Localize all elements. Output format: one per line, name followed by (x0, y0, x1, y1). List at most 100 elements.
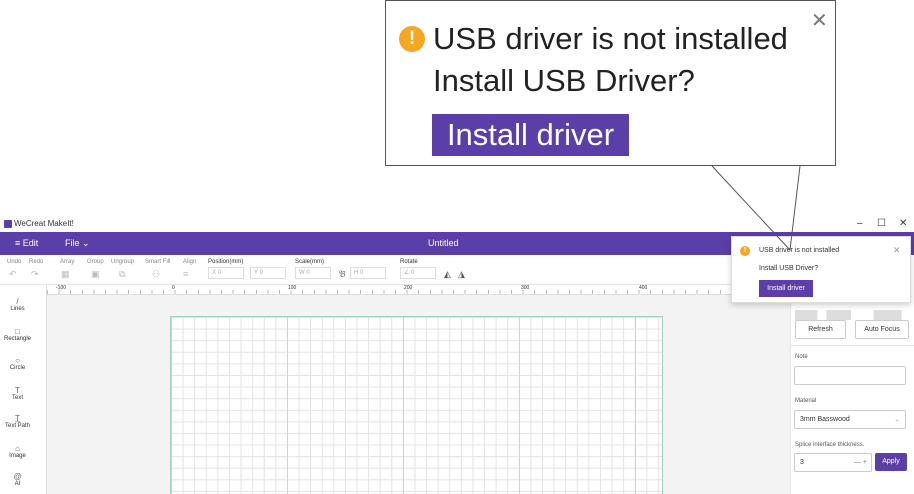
ungroup-label: Ungroup (111, 259, 135, 265)
close-window-button[interactable]: ✕ (899, 216, 907, 232)
x-value: 0 (217, 270, 222, 276)
install-driver-button[interactable]: Install driver (432, 114, 629, 156)
rotate-value: 0 (411, 270, 415, 276)
text-path-icon: T̲ (15, 414, 20, 423)
zoomed-notification-callout: ! USB driver is not installed Install US… (385, 0, 836, 166)
align-icon[interactable]: ≡ (183, 269, 188, 279)
align-label: Align (183, 259, 197, 265)
callout-message: Install USB Driver? (433, 63, 695, 98)
close-icon[interactable]: ✕ (811, 11, 828, 31)
tool-text-path[interactable]: T̲ Text Path (0, 414, 35, 429)
scale-label: Scale(mm) (295, 259, 325, 265)
ruler-label: 100 (288, 285, 297, 291)
scale-height-field[interactable]: H 0 (350, 267, 386, 279)
splice-label: Splice interface thickness. (795, 442, 865, 448)
scale-width-field[interactable]: W 0 (295, 267, 331, 279)
tools-sidebar: / Lines □ Rectangle ○ Circle T Text T̲ Text P… (0, 285, 35, 494)
note-label: Note (795, 354, 808, 360)
tool-image[interactable]: ⌂ Image (0, 444, 35, 459)
ruler-label: 200 (404, 285, 413, 291)
y-value: 0 (259, 270, 263, 276)
callout-title: USB driver is not installed (433, 21, 788, 56)
flip-horizontal-icon[interactable]: ◭ (444, 269, 451, 280)
height-value: 0 (360, 270, 364, 276)
ruler-ticks (47, 290, 790, 294)
tool-label: Lines (10, 306, 25, 312)
group-label: Group (87, 259, 104, 265)
usb-driver-notification: ! USB driver is not installed Install US… (731, 236, 911, 303)
smart-fill-label: Smart Fill (145, 259, 171, 265)
rotate-field[interactable]: ∠ 0 (400, 267, 436, 279)
ruler-label: 400 (639, 285, 648, 291)
ruler-label: 300 (521, 285, 530, 291)
window-titlebar: WeCreat MakeIt! – ☐ ✕ (0, 216, 914, 232)
tool-label: Circle (9, 365, 26, 371)
ruler-label: 0 (172, 285, 175, 291)
tool-lines[interactable]: / Lines (0, 297, 35, 312)
tool-label: Rectangle (3, 336, 32, 342)
toolbar: Undo ↶ Redo ↷ Array ▦ Group ▣ Ungroup ⧉ … (0, 255, 790, 285)
vertical-ruler (35, 285, 47, 494)
width-value: 0 (306, 270, 310, 276)
stepper-icon[interactable]: — + (854, 454, 867, 472)
undo-label: Undo (7, 259, 22, 265)
chevron-down-icon: ⌄ (894, 416, 900, 423)
image-icon: ⌂ (15, 444, 20, 453)
maximize-button[interactable]: ☐ (877, 216, 886, 232)
note-field[interactable] (794, 366, 906, 385)
material-label: Material (795, 398, 817, 404)
document-title: Untitled (428, 238, 459, 248)
notification-title: USB driver is not installed (759, 247, 840, 254)
array-icon[interactable]: ▦ (61, 269, 70, 280)
notification-message: Install USB Driver? (759, 265, 819, 272)
rotate-label: Rotate (400, 259, 418, 265)
position-y-field[interactable]: Y 0 (250, 267, 286, 279)
divider (790, 345, 914, 346)
redo-label: Redo (29, 259, 44, 265)
tool-circle[interactable]: ○ Circle (0, 356, 35, 371)
tool-rectangle[interactable]: □ Rectangle (0, 327, 35, 342)
redo-icon[interactable]: ↷ (31, 269, 39, 280)
app-logo-icon (4, 220, 12, 228)
width-label: W (299, 270, 305, 276)
auto-focus-button[interactable]: Auto Focus (855, 320, 909, 339)
file-menu[interactable]: File ⌄ (65, 232, 90, 255)
edit-menu[interactable]: ≡ Edit (15, 232, 38, 255)
circle-icon: ○ (15, 356, 20, 365)
text-icon: T (15, 386, 20, 395)
material-select[interactable]: 3mm Basswood ⌄ (794, 410, 906, 429)
tool-label: Image (9, 453, 26, 459)
smart-fill-icon[interactable]: ⚇ (152, 269, 160, 280)
tool-ai[interactable]: @ AI (0, 472, 35, 487)
x-axis-label: X (212, 270, 217, 276)
rectangle-icon: □ (15, 327, 20, 336)
splice-input[interactable]: 3 — + (794, 453, 872, 472)
position-x-field[interactable]: X 0 (208, 267, 244, 279)
ungroup-icon[interactable]: ⧉ (119, 269, 125, 280)
undo-icon[interactable]: ↶ (9, 269, 17, 280)
material-value: 3mm Basswood (800, 416, 850, 423)
lock-ratio-icon[interactable]: 𝔅 (339, 269, 346, 280)
blurred-device-info (795, 310, 907, 320)
warning-icon: ! (399, 26, 425, 52)
position-label: Position(mm) (208, 259, 244, 265)
close-icon[interactable]: ✕ (893, 245, 901, 256)
app-name: WeCreat MakeIt! (14, 219, 74, 228)
y-axis-label: Y (254, 270, 258, 276)
ruler-label: -100 (56, 285, 67, 291)
array-label: Array (60, 259, 75, 265)
apply-button[interactable]: Apply (875, 453, 907, 471)
height-label: H (354, 270, 359, 276)
tool-label: Text (11, 395, 23, 401)
board-major-grid (171, 317, 662, 494)
work-board[interactable] (170, 316, 663, 494)
group-icon[interactable]: ▣ (91, 269, 100, 280)
install-driver-button[interactable]: Install driver (759, 280, 813, 297)
horizontal-ruler: -100 0 100 200 300 400 (47, 285, 790, 295)
ai-icon: @ (13, 472, 22, 481)
refresh-button[interactable]: Refresh (795, 320, 846, 339)
flip-vertical-icon[interactable]: ◮ (458, 269, 465, 280)
tool-text[interactable]: T Text (0, 386, 35, 401)
minimize-button[interactable]: – (857, 216, 863, 232)
tool-label: Text Path (4, 423, 30, 429)
